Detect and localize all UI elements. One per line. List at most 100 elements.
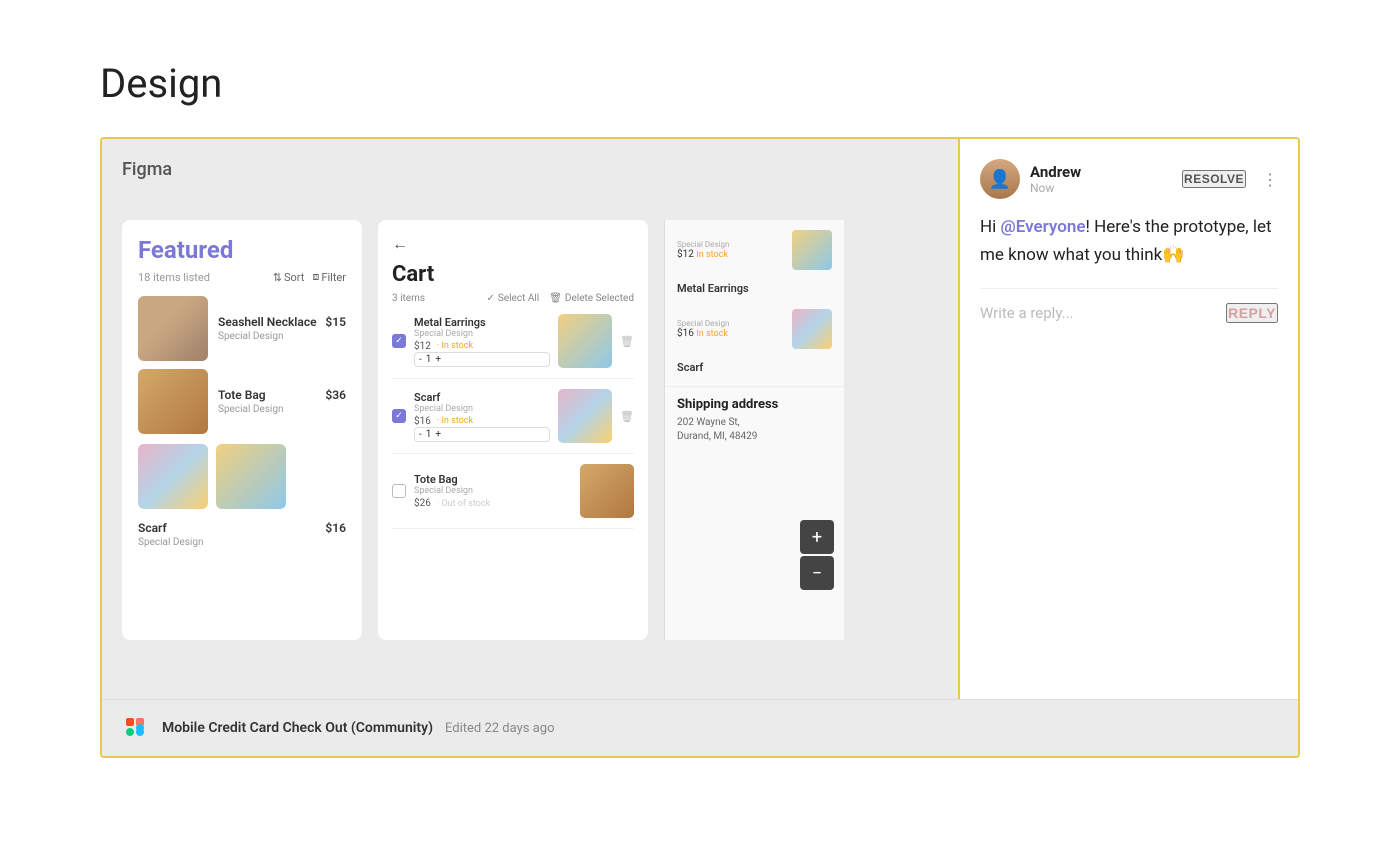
footer-edited: Edited 22 days ago (445, 721, 554, 736)
cart-item-price: $12 (414, 341, 431, 352)
footer-file-name: Mobile Credit Card Check Out (Community) (162, 720, 433, 736)
sort-label: Sort (284, 271, 304, 284)
shipping-address: 202 Wayne St, Durand, MI, 48429 (677, 416, 832, 444)
featured-item-brand: Special Design (218, 331, 346, 342)
cart-item-price-row: $26 · Out of stock (414, 498, 572, 509)
qty-minus[interactable]: - (419, 354, 422, 365)
featured-grid: Seashell Necklace $15 Special Design (138, 296, 346, 548)
select-all-label: Select All (498, 293, 539, 304)
avatar: 👤 (980, 159, 1020, 199)
zoom-in-button[interactable]: + (800, 520, 834, 554)
qty-value: 1 (426, 429, 432, 440)
cart-back-icon[interactable]: ← (392, 234, 634, 254)
rp-item-price: $12 In stock (677, 249, 784, 260)
featured-item-row: Seashell Necklace $15 (218, 315, 346, 329)
featured-item-brand: Special Design (138, 537, 346, 548)
rp-item-category: Special Design (677, 240, 784, 249)
featured-item-image (138, 369, 208, 434)
cart-item-name: Tote Bag (414, 473, 572, 486)
cart-item-checkbox[interactable]: ✓ (392, 409, 406, 423)
rp-in-stock: In stock (696, 250, 728, 260)
comment-emoji: 🙌 (1162, 244, 1184, 265)
comment-body: Hi @Everyone! Here's the prototype, let … (980, 215, 1278, 268)
cart-item-brand: Special Design (414, 329, 550, 339)
rp-item-category: Special Design (677, 319, 784, 328)
qty-plus[interactable]: + (435, 354, 441, 365)
featured-item-name: Tote Bag (218, 388, 266, 402)
cart-select-all[interactable]: ✓ Select All (486, 293, 539, 304)
shipping-line1: 202 Wayne St, (677, 417, 740, 428)
reply-button[interactable]: REPLY (1226, 303, 1278, 323)
cart-item-info: Tote Bag Special Design $26 · Out of sto… (414, 473, 572, 509)
filter-label: Filter (321, 271, 346, 284)
rp-item-image (792, 309, 832, 349)
rp-item-name: Metal Earrings (677, 282, 832, 295)
screens-top: Featured 18 items listed ⇅ Sort ⧈ (102, 200, 958, 640)
rp-item-price: $16 In stock (677, 328, 784, 339)
list-item: Special Design $16 In stock (677, 309, 832, 349)
figma-file-icon (122, 714, 150, 742)
cart-item: ✓ Metal Earrings Special Design $12 · In… (392, 314, 634, 379)
reply-placeholder[interactable]: Write a reply... (980, 304, 1074, 322)
featured-item-price: $15 (325, 315, 346, 329)
cart-title: Cart (392, 262, 634, 287)
cart-item-price: $16 (414, 416, 431, 427)
delete-label: Delete Selected (565, 293, 634, 304)
featured-item-info: Scarf $16 Special Design (138, 521, 346, 548)
cart-item-name: Metal Earrings (414, 316, 550, 329)
cart-item-brand: Special Design (414, 486, 572, 496)
cart-item-checkbox[interactable] (392, 484, 406, 498)
figma-right-panel: Special Design $12 In stock Metal Earrin… (664, 220, 844, 640)
comment-header: 👤 Andrew Now RESOLVE ⋮ (980, 159, 1278, 199)
cart-item-checkbox[interactable]: ✓ (392, 334, 406, 348)
more-options-icon[interactable]: ⋮ (1262, 170, 1278, 189)
card-footer: Mobile Credit Card Check Out (Community)… (102, 699, 1298, 756)
zoom-out-button[interactable]: − (800, 556, 834, 590)
trash-icon: 🗑 (549, 293, 562, 304)
cart-actions: ✓ Select All 🗑 Delete Selected (486, 293, 634, 304)
cart-meta: 3 items ✓ Select All 🗑 Delete Selected (392, 293, 634, 304)
cart-item: Tote Bag Special Design $26 · Out of sto… (392, 464, 634, 529)
sort-icon: ⇅ (273, 271, 282, 284)
rp-item-info: Special Design $12 In stock (677, 240, 784, 260)
cart-item-price-row: $12 · In stock (414, 341, 550, 352)
rp-item-name: Scarf (677, 361, 832, 374)
shipping-title: Shipping address (677, 397, 832, 412)
cart-item-price: $26 (414, 498, 431, 509)
cart-item-image (580, 464, 634, 518)
list-item: Tote Bag $36 Special Design (138, 369, 346, 434)
featured-filters: ⇅ Sort ⧈ Filter (273, 270, 346, 284)
main-card: Figma Featured 18 items listed ⇅ (100, 137, 1300, 758)
rp-item-image (792, 230, 832, 270)
shipping-line2: Durand, MI, 48429 (677, 431, 757, 442)
comment-panel: 👤 Andrew Now RESOLVE ⋮ Hi @Everyone! Her… (958, 139, 1298, 699)
resolve-button[interactable]: RESOLVE (1182, 170, 1246, 188)
cart-items-count: 3 items (392, 293, 425, 304)
featured-item-image (138, 296, 208, 361)
cart-item-delete-icon[interactable]: 🗑 (620, 335, 634, 348)
card-body: Figma Featured 18 items listed ⇅ (102, 139, 1298, 699)
cart-item-delete-icon[interactable]: 🗑 (620, 410, 634, 423)
list-item: Special Design $12 In stock (677, 230, 832, 270)
featured-meta: 18 items listed ⇅ Sort ⧈ Filter (138, 270, 346, 284)
featured-item-image (138, 444, 208, 509)
featured-filter[interactable]: ⧈ Filter (312, 270, 346, 284)
featured-item-price: $36 (325, 388, 346, 402)
cart-item-qty[interactable]: - 1 + (414, 352, 550, 367)
cart-delete-selected[interactable]: 🗑 Delete Selected (549, 293, 634, 304)
qty-value: 1 (426, 354, 432, 365)
qty-plus[interactable]: + (435, 429, 441, 440)
comment-author-block: Andrew Now (1030, 163, 1172, 195)
cart-item-qty[interactable]: - 1 + (414, 427, 550, 442)
cart-item-image (558, 314, 612, 368)
filter-icon: ⧈ (312, 270, 319, 284)
qty-minus[interactable]: - (419, 429, 422, 440)
zoom-controls: + − (800, 520, 834, 590)
cart-item-info: Metal Earrings Special Design $12 · In s… (414, 316, 550, 367)
cart-item-stock: · In stock (437, 416, 473, 426)
comment-text-pre: Hi (980, 217, 1000, 237)
page-container: Design Figma Featured 18 items listed (0, 0, 1400, 818)
cart-item-image (558, 389, 612, 443)
featured-item-price: $16 (325, 521, 346, 535)
featured-sort[interactable]: ⇅ Sort (273, 270, 305, 284)
